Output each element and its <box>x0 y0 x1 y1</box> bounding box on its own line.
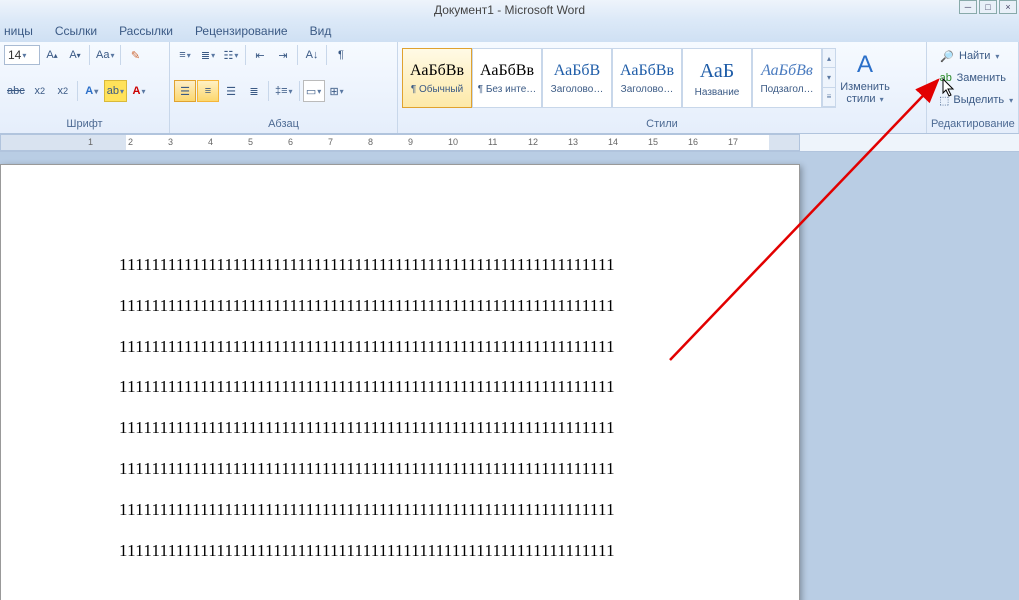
align-left-button[interactable]: ☰ <box>174 80 196 102</box>
superscript-button[interactable]: x2 <box>52 80 74 102</box>
text-effects-button[interactable]: A▾ <box>81 80 103 102</box>
group-label: Редактирование <box>931 116 1014 131</box>
close-button[interactable]: × <box>999 0 1017 14</box>
font-group: 14▾ A▴ A▾ Aa▾ ✎ abc x2 x2 A▾ ab▾ A▾ Шриф… <box>0 42 170 133</box>
window-controls: ─ □ × <box>959 0 1017 14</box>
ribbon-tabs: ницы Ссылки Рассылки Рецензирование Вид <box>0 20 1019 42</box>
document-line[interactable]: 1111111111111111111111111111111111111111… <box>119 367 729 408</box>
grow-font-button[interactable]: A▴ <box>41 44 63 66</box>
strike-button[interactable]: abc <box>4 80 28 102</box>
select-icon: ⬚ <box>939 94 949 107</box>
decrease-indent-button[interactable]: ⇤ <box>249 44 271 66</box>
align-right-button[interactable]: ☰ <box>220 80 242 102</box>
document-line[interactable]: 1111111111111111111111111111111111111111… <box>119 408 729 449</box>
document-line[interactable]: 1111111111111111111111111111111111111111… <box>119 327 729 368</box>
tab-item[interactable]: Рецензирование <box>195 24 288 38</box>
multilevel-button[interactable]: ☷▾ <box>220 44 242 66</box>
document-line[interactable]: 1111111111111111111111111111111111111111… <box>119 531 729 572</box>
workspace: 1234567891011121314151617 11111111111111… <box>0 134 1019 600</box>
line-spacing-button[interactable]: ‡≡▾ <box>272 80 296 102</box>
group-label: Шрифт <box>4 116 165 131</box>
change-styles-icon: A <box>857 51 873 79</box>
tab-item[interactable]: Рассылки <box>119 24 173 38</box>
style-item[interactable]: АаБбВвПодзагол… <box>752 48 822 108</box>
tab-item[interactable]: Вид <box>310 24 332 38</box>
style-item[interactable]: АаБбВв¶ Обычный <box>402 48 472 108</box>
numbering-button[interactable]: ≣▾ <box>197 44 219 66</box>
change-styles-button[interactable]: A Изменить стили ▾ <box>836 44 894 112</box>
bullets-button[interactable]: ≡▾ <box>174 44 196 66</box>
find-button[interactable]: 🔎Найти▾ <box>935 46 1010 66</box>
clear-formatting-button[interactable]: ✎ <box>124 44 146 66</box>
change-case-button[interactable]: Aa▾ <box>93 44 117 66</box>
window-title: Документ1 - Microsoft Word <box>434 3 585 17</box>
font-color-button[interactable]: A▾ <box>128 80 150 102</box>
document-line[interactable]: 1111111111111111111111111111111111111111… <box>119 449 729 490</box>
tab-item[interactable]: Ссылки <box>55 24 97 38</box>
group-label: Стили <box>402 116 922 131</box>
highlight-button[interactable]: ab▾ <box>104 80 127 102</box>
document-line[interactable]: 1111111111111111111111111111111111111111… <box>119 286 729 327</box>
minimize-button[interactable]: ─ <box>959 0 977 14</box>
shrink-font-button[interactable]: A▾ <box>64 44 86 66</box>
document-line[interactable]: 1111111111111111111111111111111111111111… <box>119 490 729 531</box>
select-button[interactable]: ⬚Выделить▾ <box>935 90 1010 110</box>
show-marks-button[interactable]: ¶ <box>330 44 352 66</box>
group-label: Абзац <box>174 116 393 131</box>
style-item[interactable]: АаБбВЗаголово… <box>542 48 612 108</box>
maximize-button[interactable]: □ <box>979 0 997 14</box>
ribbon: 14▾ A▴ A▾ Aa▾ ✎ abc x2 x2 A▾ ab▾ A▾ Шриф… <box>0 42 1019 134</box>
styles-gallery: АаБбВв¶ Обычный АаБбВв¶ Без инте… АаБбВЗ… <box>402 44 922 112</box>
gallery-scroll[interactable]: ▴▾≡ <box>822 48 836 108</box>
subscript-button[interactable]: x2 <box>29 80 51 102</box>
font-size-combo[interactable]: 14▾ <box>4 45 40 65</box>
justify-button[interactable]: ≣ <box>243 80 265 102</box>
title-bar: Документ1 - Microsoft Word ─ □ × <box>0 0 1019 20</box>
document-body[interactable]: 1111111111111111111111111111111111111111… <box>119 245 729 571</box>
tab-item[interactable]: ницы <box>4 24 33 38</box>
align-center-button[interactable]: ≡ <box>197 80 219 102</box>
horizontal-ruler[interactable]: 1234567891011121314151617 <box>0 134 1019 152</box>
style-item[interactable]: АаБбВв¶ Без инте… <box>472 48 542 108</box>
editing-group: 🔎Найти▾ abЗаменить ⬚Выделить▾ Редактиров… <box>927 42 1019 133</box>
document-page[interactable]: 1111111111111111111111111111111111111111… <box>0 164 800 600</box>
styles-group: АаБбВв¶ Обычный АаБбВв¶ Без инте… АаБбВЗ… <box>398 42 927 133</box>
style-item[interactable]: АаБНазвание <box>682 48 752 108</box>
replace-button[interactable]: abЗаменить <box>935 68 1010 88</box>
replace-icon: ab <box>939 72 953 84</box>
borders-button[interactable]: ⊞▾ <box>326 80 348 102</box>
increase-indent-button[interactable]: ⇥ <box>272 44 294 66</box>
shading-button[interactable]: ▭▾ <box>303 80 325 102</box>
document-line[interactable]: 1111111111111111111111111111111111111111… <box>119 245 729 286</box>
binoculars-icon: 🔎 <box>939 50 955 63</box>
sort-button[interactable]: A↓ <box>301 44 323 66</box>
style-item[interactable]: АаБбВвЗаголово… <box>612 48 682 108</box>
paragraph-group: ≡▾ ≣▾ ☷▾ ⇤ ⇥ A↓ ¶ ☰ ≡ ☰ ≣ ‡≡▾ ▭▾ ⊞▾ Абза… <box>170 42 398 133</box>
